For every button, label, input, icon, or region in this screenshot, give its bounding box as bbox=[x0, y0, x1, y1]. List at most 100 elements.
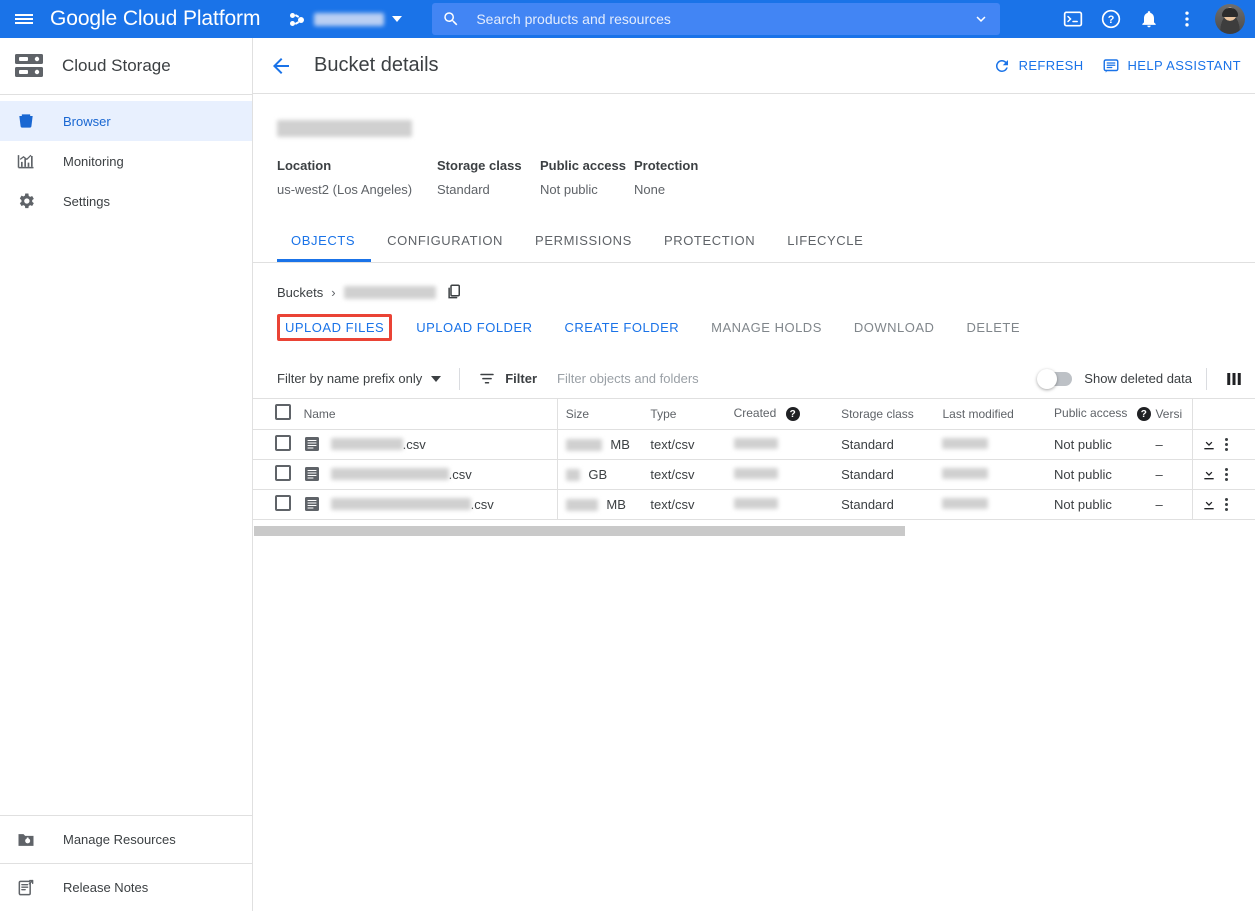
upload-folder-button[interactable]: UPLOAD FOLDER bbox=[408, 314, 540, 341]
row-type-cell: text/csv bbox=[642, 459, 726, 490]
chevron-down-icon bbox=[431, 375, 442, 382]
download-icon[interactable] bbox=[1201, 436, 1217, 452]
tab-objects[interactable]: OBJECTS bbox=[277, 233, 371, 262]
more-vert-icon[interactable] bbox=[1169, 1, 1205, 37]
download-button[interactable]: DOWNLOAD bbox=[846, 314, 943, 341]
table-row[interactable]: .csv GB text/csv Standard Not public – bbox=[253, 459, 1255, 490]
th-created-label: Created bbox=[733, 406, 777, 421]
object-actions-toolbar: UPLOAD FILES UPLOAD FOLDER CREATE FOLDER… bbox=[253, 301, 1255, 341]
svg-text:?: ? bbox=[1108, 14, 1115, 26]
sidebar-item-manage-resources[interactable]: Manage Resources bbox=[0, 815, 252, 863]
object-name-redacted bbox=[330, 468, 449, 480]
row-actions-cell bbox=[1192, 429, 1255, 460]
row-version-cell: – bbox=[1147, 489, 1193, 520]
column-display-options-icon[interactable] bbox=[1225, 370, 1243, 388]
row-checkbox-cell bbox=[253, 459, 296, 490]
row-last-modified-cell bbox=[934, 489, 1047, 520]
project-picker[interactable] bbox=[282, 4, 410, 34]
release-notes-icon bbox=[16, 877, 42, 899]
row-created-cell bbox=[725, 489, 834, 520]
row-more-vert-icon[interactable] bbox=[1224, 436, 1229, 452]
th-type[interactable]: Type bbox=[642, 399, 726, 430]
object-size-unit: GB bbox=[588, 466, 608, 482]
row-checkbox[interactable] bbox=[275, 464, 291, 481]
show-deleted-data-toggle[interactable] bbox=[1037, 368, 1073, 389]
left-sidebar: Cloud Storage Browser Monitoring Setting… bbox=[0, 38, 253, 911]
back-arrow-icon[interactable] bbox=[269, 54, 293, 78]
bucket-summary: Location us-west2 (Los Angeles) Storage … bbox=[253, 94, 1255, 197]
tab-protection[interactable]: PROTECTION bbox=[648, 233, 771, 262]
brand-title: Google Cloud Platform bbox=[50, 7, 261, 30]
row-more-vert-icon[interactable] bbox=[1224, 466, 1229, 482]
row-checkbox[interactable] bbox=[275, 494, 291, 511]
table-row[interactable]: .csv MB text/csv Standard Not public – bbox=[253, 429, 1255, 460]
breadcrumb-buckets-link[interactable]: Buckets bbox=[277, 285, 323, 300]
meta-label: Public access bbox=[540, 158, 626, 173]
filter-input[interactable] bbox=[555, 370, 896, 387]
created-help-icon[interactable]: ? bbox=[785, 407, 800, 422]
tab-permissions[interactable]: PERMISSIONS bbox=[519, 233, 648, 262]
sidebar-product-header: Cloud Storage bbox=[0, 38, 252, 95]
public-access-help-icon[interactable]: ? bbox=[1136, 407, 1151, 422]
scrollbar-thumb[interactable] bbox=[254, 525, 905, 536]
filter-prefix-select[interactable]: Filter by name prefix only bbox=[277, 371, 442, 386]
csv-file-icon bbox=[304, 497, 319, 511]
download-icon[interactable] bbox=[1201, 466, 1217, 482]
search-input[interactable] bbox=[474, 10, 973, 28]
refresh-button[interactable]: REFRESH bbox=[993, 57, 1084, 75]
th-storage-class[interactable]: Storage class bbox=[833, 399, 935, 430]
row-name-cell: .csv bbox=[295, 429, 558, 460]
th-size[interactable]: Size bbox=[557, 399, 643, 430]
show-deleted-data-label: Show deleted data bbox=[1084, 371, 1192, 386]
sidebar-item-label: Manage Resources bbox=[63, 832, 176, 847]
download-icon[interactable] bbox=[1201, 496, 1217, 512]
row-size-cell: GB bbox=[557, 459, 643, 490]
table-horizontal-scrollbar[interactable] bbox=[253, 525, 1255, 536]
page-header-actions: REFRESH HELP ASSISTANT bbox=[993, 57, 1241, 75]
notifications-bell-icon[interactable] bbox=[1131, 1, 1167, 37]
sidebar-item-settings[interactable]: Settings bbox=[0, 181, 252, 221]
th-public-access[interactable]: Public access ? bbox=[1046, 399, 1151, 430]
tab-lifecycle[interactable]: LIFECYCLE bbox=[771, 233, 879, 262]
manage-resources-icon bbox=[16, 829, 42, 851]
select-all-checkbox[interactable] bbox=[275, 404, 291, 421]
search-chevron-down-icon[interactable] bbox=[972, 10, 990, 28]
create-folder-button[interactable]: CREATE FOLDER bbox=[557, 314, 688, 341]
delete-button[interactable]: DELETE bbox=[958, 314, 1028, 341]
user-avatar[interactable] bbox=[1215, 4, 1245, 34]
row-checkbox-cell bbox=[253, 489, 296, 520]
row-size-cell: MB bbox=[557, 429, 643, 460]
th-row-actions bbox=[1192, 399, 1255, 430]
object-created-redacted bbox=[733, 497, 778, 509]
global-search-bar[interactable] bbox=[432, 3, 1001, 35]
row-more-vert-icon[interactable] bbox=[1224, 496, 1229, 512]
manage-holds-button[interactable]: MANAGE HOLDS bbox=[703, 314, 830, 341]
filter-icon bbox=[480, 373, 494, 383]
bucket-icon bbox=[16, 110, 42, 132]
sidebar-item-release-notes[interactable]: Release Notes bbox=[0, 863, 252, 911]
sidebar-item-label: Browser bbox=[63, 113, 111, 129]
th-last-modified[interactable]: Last modified bbox=[934, 399, 1047, 430]
breadcrumb-current-redacted bbox=[343, 285, 436, 299]
sidebar-product-title: Cloud Storage bbox=[62, 56, 171, 75]
copy-icon[interactable] bbox=[445, 283, 463, 301]
row-last-modified-cell bbox=[934, 459, 1047, 490]
object-size-redacted bbox=[565, 439, 602, 452]
th-version[interactable]: Versi bbox=[1147, 399, 1193, 430]
cloud-shell-terminal-icon[interactable] bbox=[1055, 1, 1091, 37]
project-name-redacted bbox=[314, 12, 385, 26]
th-created[interactable]: Created ? bbox=[725, 399, 834, 430]
meta-value: None bbox=[634, 182, 666, 197]
help-assistant-button[interactable]: HELP ASSISTANT bbox=[1102, 57, 1242, 75]
help-icon[interactable]: ? bbox=[1093, 1, 1129, 37]
hamburger-menu-icon[interactable] bbox=[0, 0, 48, 38]
upload-files-button[interactable]: UPLOAD FILES bbox=[277, 314, 393, 341]
sidebar-item-monitoring[interactable]: Monitoring bbox=[0, 141, 252, 181]
divider bbox=[459, 367, 461, 390]
tab-configuration[interactable]: CONFIGURATION bbox=[371, 233, 519, 262]
th-name[interactable]: Name bbox=[295, 399, 558, 430]
object-name-suffix: .csv bbox=[448, 466, 472, 482]
row-checkbox[interactable] bbox=[275, 434, 291, 451]
sidebar-item-browser[interactable]: Browser bbox=[0, 101, 252, 141]
table-row[interactable]: .csv MB text/csv Standard Not public – bbox=[253, 489, 1255, 520]
